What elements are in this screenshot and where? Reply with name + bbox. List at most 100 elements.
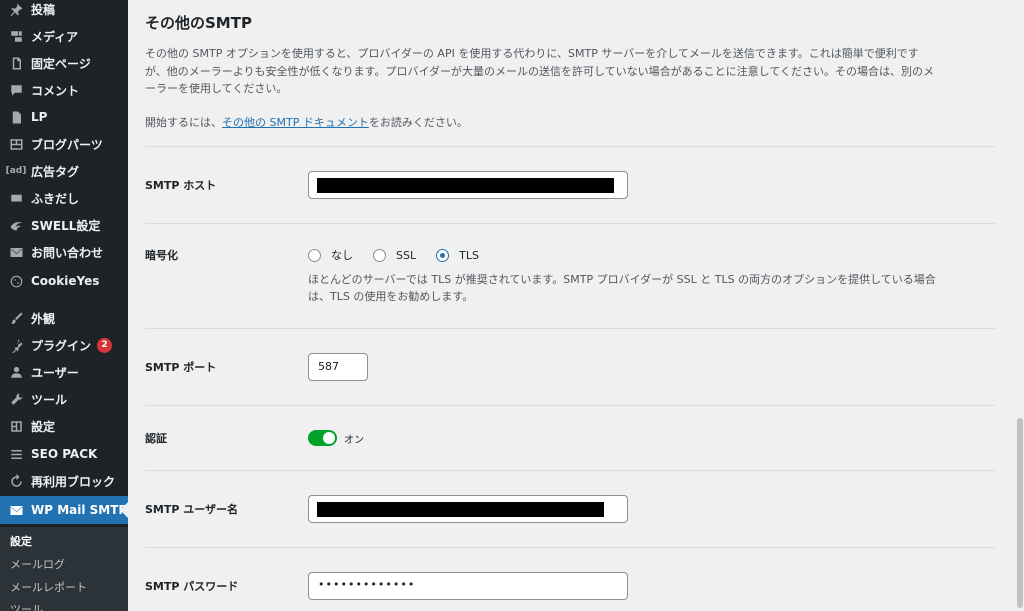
divider [145, 146, 995, 147]
sidebar-item-seo-pack[interactable]: SEO PACK [0, 441, 128, 467]
sidebar-item-label: ツール [31, 392, 68, 407]
authentication-toggle[interactable] [308, 430, 337, 446]
smtp-username-input[interactable] [308, 495, 628, 523]
submenu-item-email-report[interactable]: メールレポート [10, 579, 87, 595]
sidebar-item-tools[interactable]: ツール [0, 386, 128, 412]
sidebar-item-lp[interactable]: LP [0, 104, 128, 130]
getting-started-prefix: 開始するには、 [145, 116, 222, 129]
wp-mail-smtp-submenu: 設定 メールログ メールレポート ツール [0, 527, 128, 611]
sidebar-item-posts[interactable]: 投稿 [0, 0, 128, 22]
update-count-badge: 2 [97, 337, 113, 353]
encryption-radio-tls[interactable] [436, 248, 450, 262]
getting-started-text: 開始するには、その他の SMTP ドキュメントをお読みください。 [145, 114, 945, 132]
section-description-line: ーラーを使用してください。 [145, 82, 288, 95]
redacted-value [317, 178, 614, 193]
submenu-item-tools[interactable]: ツール [10, 601, 43, 611]
sidebar-item-label: SEO PACK [31, 447, 98, 461]
plugin-icon [7, 336, 25, 354]
sidebar-item-label: LP [31, 110, 48, 124]
brush-icon [7, 309, 25, 327]
authentication-label: 認証 [145, 432, 167, 445]
smtp-password-input[interactable]: ••••••••••••• [308, 572, 628, 600]
encryption-option-label: SSL [396, 248, 417, 262]
sidebar-item-label: 再利用ブロック [31, 474, 116, 489]
sidebar-item-pages[interactable]: 固定ページ [0, 50, 128, 76]
admin-sidebar: 投稿 メディア 固定ページ コメント LP ブログパーツ [ad] 広告タグ ふ… [0, 0, 128, 611]
sidebar-item-label: ブログパーツ [31, 137, 103, 152]
smtp-host-label: SMTP ホスト [145, 179, 217, 192]
cookie-icon [7, 272, 25, 290]
encryption-hint-line: は、TLS の使用をお勧めします。 [308, 290, 474, 303]
user-icon [7, 363, 25, 381]
ad-icon: [ad] [5, 166, 27, 176]
encryption-radio-group: なし SSL TLS [308, 247, 499, 263]
redacted-value [317, 502, 604, 517]
sidebar-item-wp-mail-smtp[interactable]: WP Mail SMTP [0, 496, 128, 524]
sidebar-item-comments[interactable]: コメント [0, 77, 128, 103]
sidebar-item-label: 広告タグ [31, 164, 80, 179]
submenu-item-email-log[interactable]: メールログ [10, 556, 65, 572]
settings-icon [7, 417, 25, 435]
sidebar-item-plugins[interactable]: プラグイン 2 [0, 332, 128, 358]
sidebar-item-label: お問い合わせ [31, 245, 104, 260]
sidebar-item-fukidashi[interactable]: ふきだし [0, 185, 128, 211]
divider [145, 223, 995, 224]
smtp-host-input[interactable] [308, 171, 628, 199]
divider [145, 328, 995, 329]
sidebar-item-swell-settings[interactable]: SWELL設定 [0, 212, 128, 238]
smtp-username-label: SMTP ユーザー名 [145, 503, 239, 516]
sidebar-item-blog-parts[interactable]: ブログパーツ [0, 131, 128, 157]
scrollbar-thumb[interactable] [1017, 418, 1023, 608]
smtp-port-label: SMTP ポート [145, 361, 217, 374]
bubble-icon [7, 189, 25, 207]
sidebar-item-media[interactable]: メディア [0, 23, 128, 49]
sidebar-item-contact[interactable]: お問い合わせ [0, 239, 128, 265]
media-icon [7, 27, 25, 45]
pin-icon [7, 0, 25, 18]
encryption-radio-ssl[interactable] [373, 248, 386, 262]
section-description-line: その他の SMTP オプションを使用すると、プロバイダーの API を使用する代… [145, 47, 919, 60]
sidebar-item-label: WP Mail SMTP [31, 503, 128, 517]
sidebar-item-label: プラグイン [31, 338, 92, 353]
sidebar-item-appearance[interactable]: 外観 [0, 305, 128, 331]
sidebar-item-label: 外観 [31, 311, 56, 326]
sidebar-item-reusable-blocks[interactable]: 再利用ブロック [0, 468, 128, 494]
encryption-hint-line: ほとんどのサーバーでは TLS が推奨されています。SMTP プロバイダーが S… [308, 273, 936, 286]
docs-link[interactable]: その他の SMTP ドキュメント [222, 116, 369, 129]
comment-icon [7, 81, 25, 99]
sidebar-item-label: メディア [31, 29, 79, 44]
wpmail-icon [7, 501, 25, 519]
mail-icon [7, 243, 25, 261]
divider [145, 405, 995, 406]
sidebar-item-settings[interactable]: 設定 [0, 413, 128, 439]
encryption-option-label: なし [331, 249, 353, 262]
section-title: その他のSMTP [145, 14, 252, 32]
settings-panel: その他のSMTP その他の SMTP オプションを使用すると、プロバイダーの A… [128, 0, 1016, 611]
sidebar-item-label: ユーザー [31, 365, 79, 380]
page-icon [7, 54, 25, 72]
divider [145, 547, 995, 548]
document-icon [7, 108, 25, 126]
divider [145, 470, 995, 471]
sidebar-item-label: 投稿 [31, 2, 56, 17]
swell-icon [7, 216, 25, 234]
sidebar-item-label: 設定 [31, 419, 56, 434]
smtp-port-input[interactable]: 587 [308, 353, 368, 381]
sidebar-item-ad-tags[interactable]: [ad] 広告タグ [0, 158, 128, 184]
submenu-item-settings[interactable]: 設定 [10, 533, 32, 549]
encryption-label: 暗号化 [145, 249, 178, 262]
active-indicator-arrow [120, 502, 128, 518]
encryption-option-label: TLS [459, 248, 479, 262]
authentication-state: オン [344, 435, 364, 446]
sidebar-item-label: コメント [31, 83, 80, 98]
toggle-knob [323, 432, 335, 444]
encryption-radio-none[interactable] [308, 248, 321, 262]
getting-started-suffix: をお読みください。 [368, 116, 468, 129]
sidebar-item-cookieyes[interactable]: CookieYes [0, 268, 128, 294]
sidebar-item-label: ふきだし [31, 191, 80, 206]
page-scrollbar[interactable] [1016, 0, 1024, 611]
list-icon [7, 445, 25, 463]
reuse-icon [7, 472, 25, 490]
sidebar-item-users[interactable]: ユーザー [0, 359, 128, 385]
sidebar-item-label: 固定ページ [31, 56, 91, 71]
